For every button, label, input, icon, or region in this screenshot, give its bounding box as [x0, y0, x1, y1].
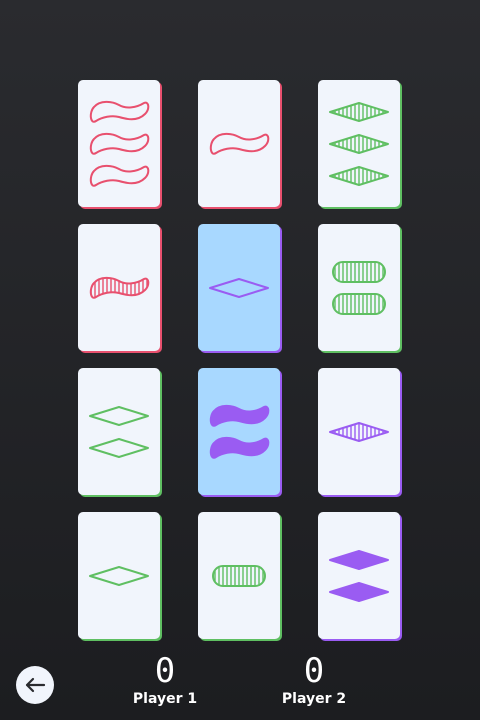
player-2-score-panel: 0 Player 2: [254, 652, 374, 708]
diamond-symbol: [329, 421, 389, 442]
set-card[interactable]: [318, 512, 400, 639]
set-card[interactable]: [78, 224, 160, 351]
diamond-symbol: [89, 565, 149, 586]
squiggle-symbol: [209, 436, 270, 459]
oval-symbol: [212, 564, 266, 587]
set-card[interactable]: [198, 512, 280, 639]
player-2-score: 0: [303, 651, 325, 691]
diamond-symbol: [329, 581, 389, 602]
arrow-left-icon: [25, 677, 46, 693]
squiggle-symbol: [209, 404, 270, 427]
set-card[interactable]: [318, 368, 400, 495]
diamond-symbol: [329, 549, 389, 570]
diamond-symbol: [89, 405, 149, 426]
squiggle-symbol: [89, 276, 150, 299]
diamond-symbol: [329, 101, 389, 122]
squiggle-symbol: [89, 132, 150, 155]
player-1-score: 0: [154, 651, 176, 691]
set-card[interactable]: [78, 368, 160, 495]
squiggle-symbol: [209, 132, 270, 155]
set-card[interactable]: [78, 80, 160, 207]
set-card[interactable]: [318, 80, 400, 207]
set-card[interactable]: [198, 368, 280, 495]
diamond-symbol: [209, 277, 269, 298]
diamond-symbol: [329, 133, 389, 154]
player-1-label: Player 1: [132, 691, 198, 707]
set-card[interactable]: [78, 512, 160, 639]
squiggle-symbol: [89, 100, 150, 123]
squiggle-symbol: [89, 164, 150, 187]
oval-symbol: [332, 292, 386, 315]
diamond-symbol: [329, 165, 389, 186]
set-card[interactable]: [198, 80, 280, 207]
oval-symbol: [332, 260, 386, 283]
set-card[interactable]: [318, 224, 400, 351]
player-2-label: Player 2: [281, 691, 347, 707]
back-button[interactable]: [16, 666, 54, 704]
set-card[interactable]: [198, 224, 280, 351]
player-1-score-panel: 0 Player 1: [105, 652, 225, 708]
diamond-symbol: [89, 437, 149, 458]
